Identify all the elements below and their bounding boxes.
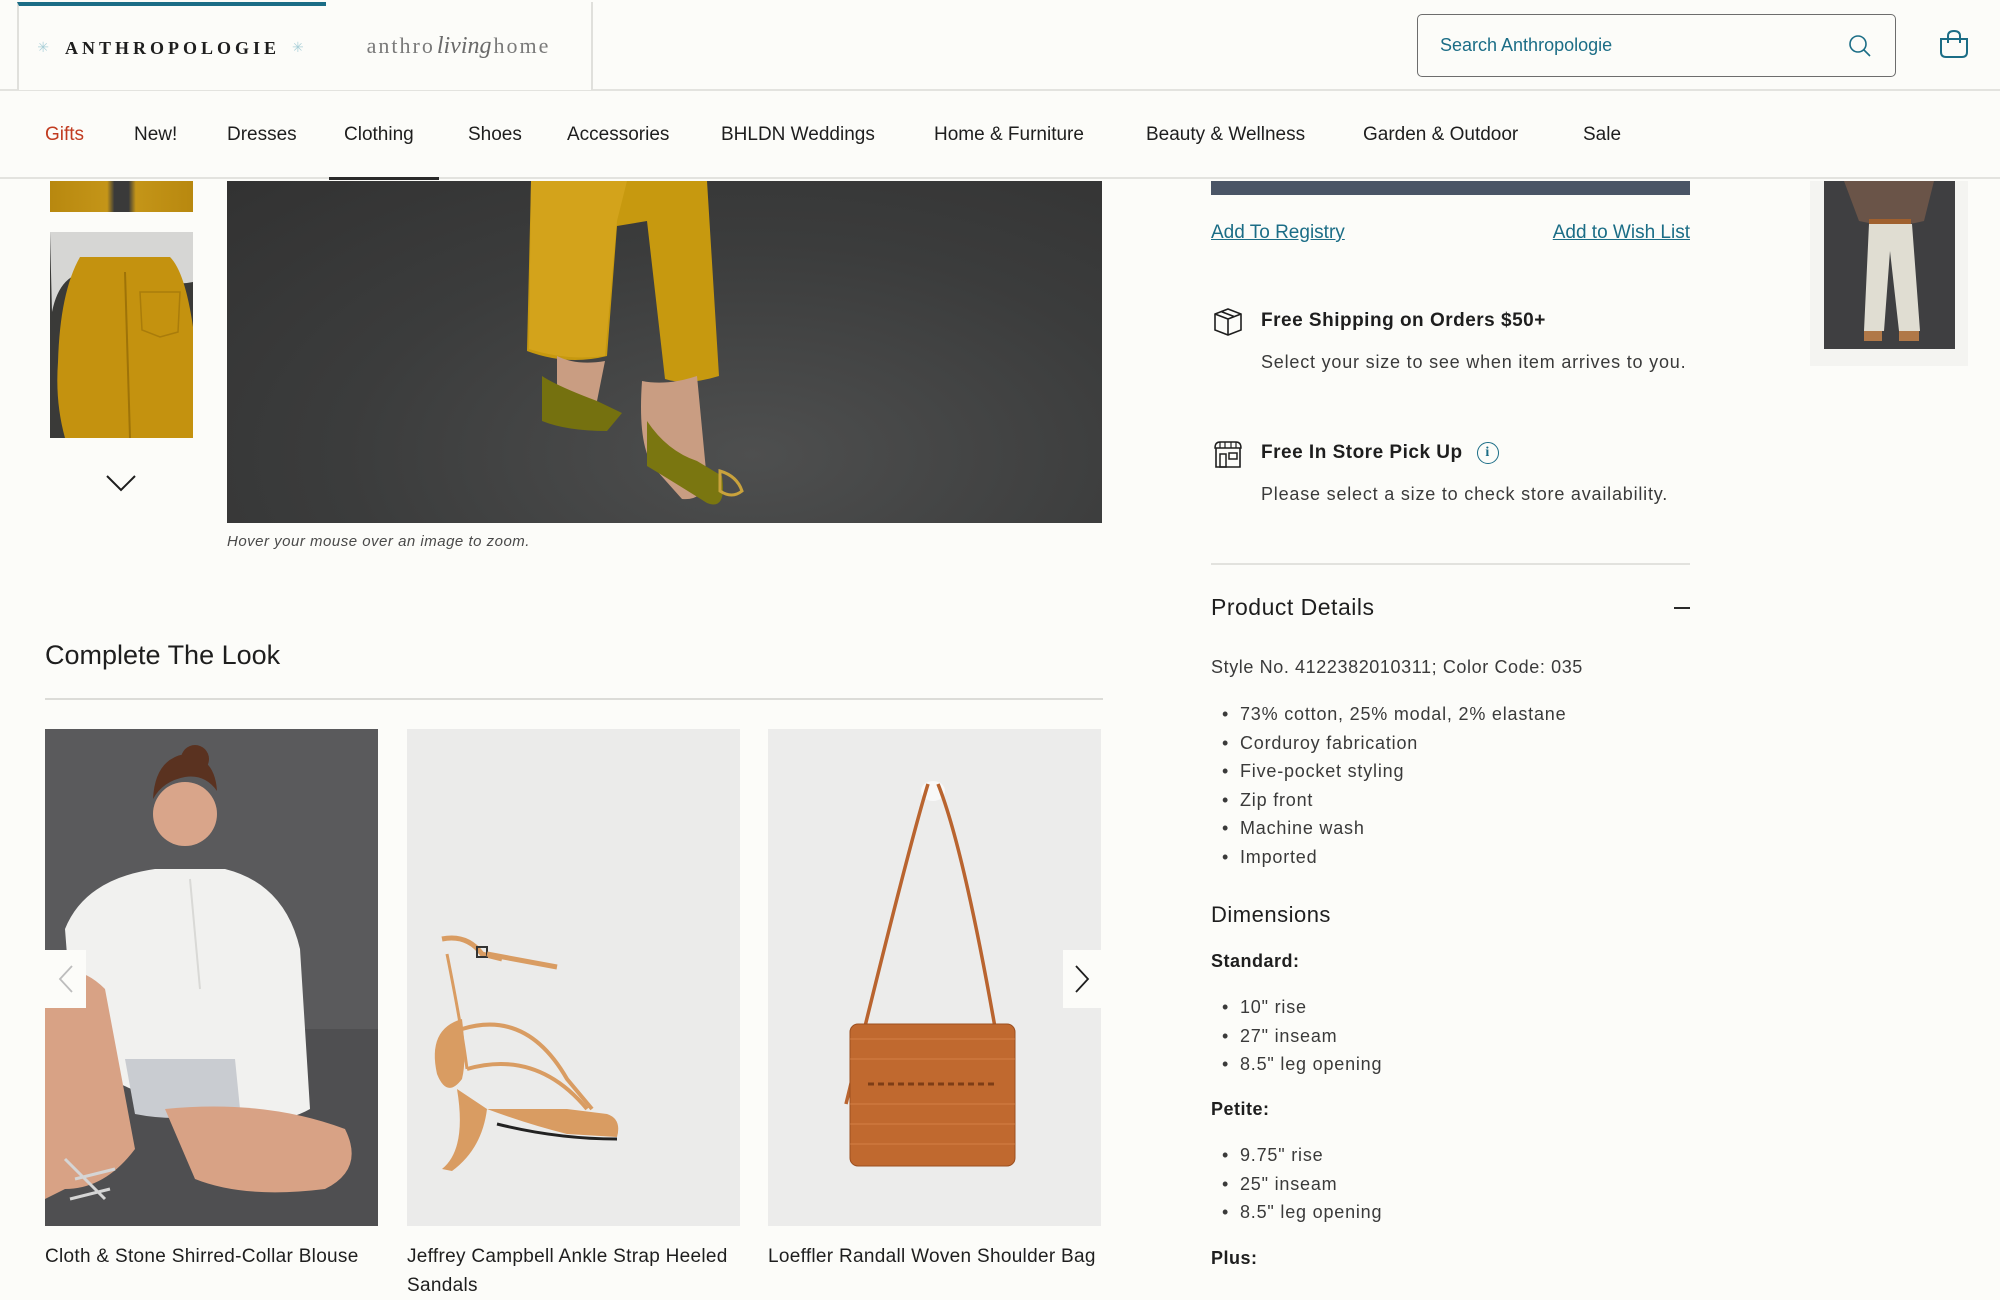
- nav-item-home-furniture[interactable]: Home & Furniture: [934, 91, 1084, 179]
- logo-alt-script: living: [436, 32, 492, 59]
- feature-item: Corduroy fabrication: [1222, 729, 1566, 758]
- anthroliving-logo: anthrolivinghome: [367, 33, 551, 60]
- alternate-color-thumbnail[interactable]: [1810, 181, 1968, 366]
- logo-text: ANTHROPOLOGIE: [64, 37, 281, 58]
- feature-item: Five-pocket styling: [1222, 757, 1566, 786]
- gallery-thumbnail[interactable]: [50, 232, 193, 438]
- product-card-image[interactable]: [407, 729, 740, 1226]
- dimension-group-label: Plus:: [1211, 1248, 1258, 1268]
- main-nav: Gifts New! Dresses Clothing Shoes Access…: [0, 91, 2000, 180]
- dimension-item: 9.75" rise: [1222, 1141, 1382, 1170]
- nav-item-garden-outdoor[interactable]: Garden & Outdoor: [1363, 91, 1518, 179]
- feature-item: Machine wash: [1222, 814, 1566, 843]
- product-card[interactable]: Jeffrey Campbell Ankle Strap Heeled Sand…: [407, 729, 740, 1300]
- product-card-image[interactable]: [45, 729, 378, 1226]
- anthropologie-logo: ✳ ANTHROPOLOGIE ✳: [37, 38, 308, 59]
- product-card[interactable]: Loeffler Randall Woven Shoulder Bag: [768, 729, 1101, 1271]
- nav-item-accessories[interactable]: Accessories: [567, 91, 669, 179]
- feature-item: 73% cotton, 25% modal, 2% elastane: [1222, 700, 1566, 729]
- store-pickup-label: Free In Store Pick Up: [1261, 442, 1463, 464]
- store-pickup-title: Free In Store Pick Up i: [1261, 442, 1499, 464]
- product-card[interactable]: Cloth & Stone Shirred-Collar Blouse: [45, 729, 378, 1271]
- search-input[interactable]: [1440, 35, 1847, 56]
- nav-item-clothing[interactable]: Clothing: [344, 91, 414, 179]
- dimension-item: 8.5" leg opening: [1222, 1198, 1382, 1227]
- dimension-list-petite: 9.75" rise 25" inseam 8.5" leg opening: [1222, 1141, 1382, 1227]
- style-number: Style No. 4122382010311; Color Code: 035: [1211, 657, 1583, 677]
- shopping-bag-icon[interactable]: [1938, 28, 1970, 60]
- collapse-minus-icon[interactable]: [1674, 607, 1690, 609]
- product-features-list: 73% cotton, 25% modal, 2% elastane Cordu…: [1222, 700, 1566, 871]
- nav-item-dresses[interactable]: Dresses: [227, 91, 297, 179]
- chevron-left-icon: [58, 965, 73, 993]
- main-product-image[interactable]: [227, 181, 1102, 523]
- store-pickup-text: Please select a size to check store avai…: [1261, 484, 1669, 504]
- dimension-item: 10" rise: [1222, 993, 1382, 1022]
- info-icon[interactable]: i: [1476, 442, 1499, 464]
- logo-alt-left: anthro: [366, 32, 435, 58]
- logo-alt-right: home: [493, 32, 551, 58]
- dimension-group-label: Petite:: [1211, 1099, 1270, 1119]
- chevron-down-icon[interactable]: [104, 472, 138, 494]
- star-icon: ✳: [292, 40, 308, 56]
- dimension-item: 8.5" leg opening: [1222, 1050, 1382, 1079]
- nav-item-sale[interactable]: Sale: [1583, 91, 1621, 179]
- product-details-heading[interactable]: Product Details: [1211, 594, 1374, 621]
- free-shipping-title: Free Shipping on Orders $50+: [1261, 310, 1546, 331]
- star-icon: ✳: [37, 40, 53, 56]
- feature-item: Zip front: [1222, 786, 1566, 815]
- dimensions-heading: Dimensions: [1211, 902, 1331, 927]
- model-ivory-pants-photo: [1824, 181, 1955, 349]
- nav-active-indicator: [329, 177, 439, 180]
- product-card-title[interactable]: Jeffrey Campbell Ankle Strap Heeled Sand…: [407, 1242, 740, 1300]
- brand-tab-anthroliving[interactable]: anthrolivinghome: [326, 2, 593, 90]
- nav-item-beauty-wellness[interactable]: Beauty & Wellness: [1146, 91, 1305, 179]
- brand-tab-anthropologie[interactable]: ✳ ANTHROPOLOGIE ✳: [17, 2, 328, 90]
- zoom-hint-caption: Hover your mouse over an image to zoom.: [227, 533, 530, 550]
- section-divider: [45, 698, 1103, 700]
- nav-item-bhldn-weddings[interactable]: BHLDN Weddings: [721, 91, 875, 179]
- nav-item-new[interactable]: New!: [134, 91, 177, 179]
- woven-bag-product-photo: [768, 729, 1101, 1226]
- product-card-title[interactable]: Loeffler Randall Woven Shoulder Bag: [768, 1242, 1101, 1271]
- dimension-list-standard: 10" rise 27" inseam 8.5" leg opening: [1222, 993, 1382, 1079]
- free-shipping-text: Select your size to see when item arrive…: [1261, 352, 1687, 372]
- blouse-model-photo: [45, 729, 378, 1226]
- product-card-image[interactable]: [768, 729, 1101, 1226]
- product-photo-pants-and-shoes: [527, 181, 744, 505]
- sandals-product-photo: [407, 729, 740, 1226]
- thumbnail-image-back-view: [50, 232, 193, 438]
- dimension-item: 27" inseam: [1222, 1022, 1382, 1051]
- storefront-icon: [1214, 441, 1242, 468]
- alternate-color-image: [1824, 181, 1955, 349]
- search-box[interactable]: [1417, 14, 1896, 77]
- chevron-right-icon: [1075, 965, 1090, 993]
- add-to-basket-button[interactable]: [1211, 181, 1690, 195]
- add-to-wishlist-link[interactable]: Add to Wish List: [1553, 222, 1690, 244]
- site-header: ✳ ANTHROPOLOGIE ✳ anthrolivinghome: [0, 0, 2000, 91]
- box-icon: [1214, 308, 1242, 336]
- complete-the-look-heading: Complete The Look: [45, 640, 281, 670]
- product-card-title[interactable]: Cloth & Stone Shirred-Collar Blouse: [45, 1242, 378, 1271]
- dimension-group-label: Standard:: [1211, 951, 1300, 971]
- gallery-thumbnail[interactable]: [50, 181, 193, 212]
- nav-item-gifts[interactable]: Gifts: [45, 91, 84, 179]
- add-to-registry-link[interactable]: Add To Registry: [1211, 222, 1345, 244]
- carousel-next-button[interactable]: [1063, 950, 1101, 1008]
- search-icon[interactable]: [1847, 33, 1873, 59]
- dimension-item: 25" inseam: [1222, 1170, 1382, 1199]
- section-divider: [1211, 563, 1690, 565]
- nav-item-shoes[interactable]: Shoes: [468, 91, 522, 179]
- carousel-prev-button[interactable]: [45, 950, 86, 1008]
- feature-item: Imported: [1222, 843, 1566, 872]
